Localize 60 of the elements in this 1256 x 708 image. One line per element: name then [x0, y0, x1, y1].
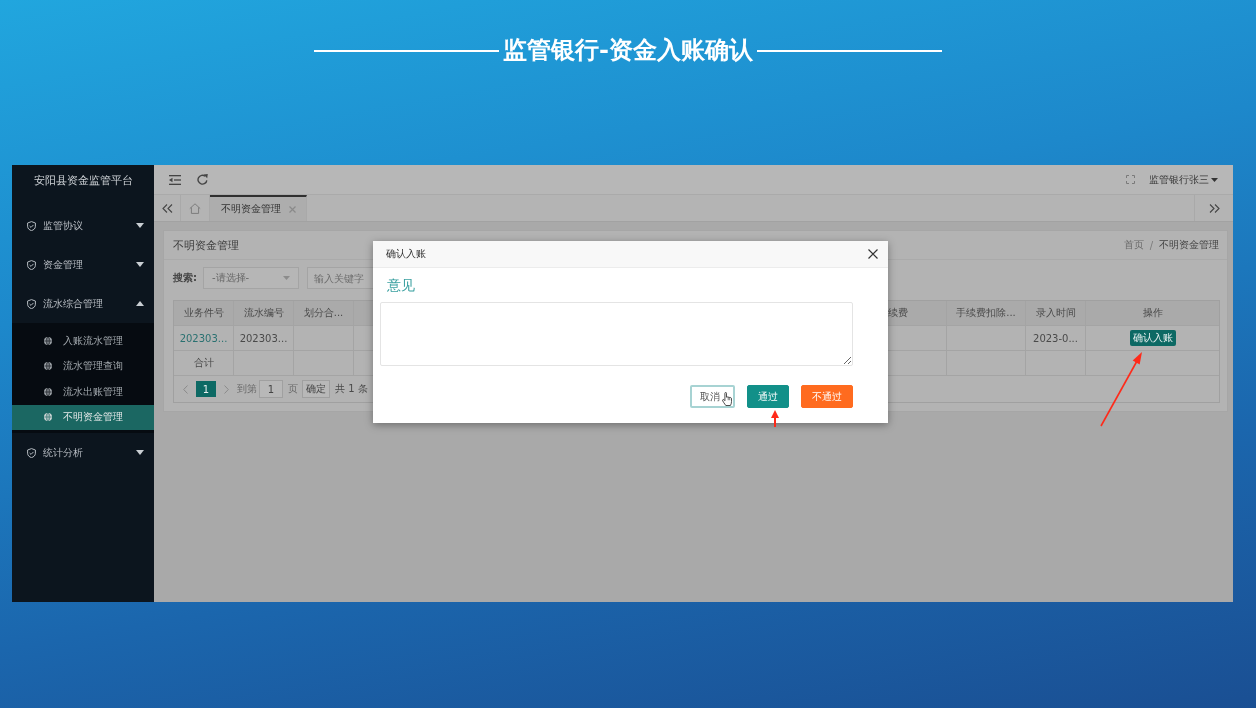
table-cell: 202303... — [234, 326, 294, 351]
total-count: 共 1 条 — [335, 382, 368, 396]
menu-item[interactable]: 统计分析 — [12, 433, 154, 472]
menu-item[interactable]: 流水综合管理 — [12, 284, 154, 323]
column-header: 流水编号 — [234, 301, 294, 326]
go-button[interactable]: 确定 — [302, 380, 330, 398]
menu-item[interactable]: 监管协议 — [12, 206, 154, 245]
page-button[interactable]: 1 — [196, 381, 216, 397]
table-cell: 2023-0... — [1026, 326, 1086, 351]
chevron-left-icon[interactable] — [183, 384, 188, 394]
column-header: 录入时间 — [1026, 301, 1086, 326]
column-header: 划分合... — [294, 301, 354, 326]
shield-icon — [27, 298, 36, 309]
caret-down-icon — [283, 276, 290, 280]
card-title: 不明资金管理 — [173, 237, 239, 253]
slide-title: 监管银行-资金入账确认 — [503, 35, 753, 65]
opinion-label: 意见 — [387, 276, 415, 294]
submenu-item[interactable]: 入账流水管理 — [12, 328, 154, 354]
table-cell: 合计 — [174, 351, 234, 376]
dialog-title: 确认入账 — [386, 247, 426, 261]
double-right-icon[interactable] — [1208, 203, 1220, 213]
column-header: 业务件号 — [174, 301, 234, 326]
page-tab[interactable]: 不明资金管理 — [210, 195, 307, 221]
submenu-item[interactable]: 不明资金管理 — [12, 404, 154, 430]
goto-label: 到第 — [237, 382, 257, 396]
search-label: 搜索: — [173, 271, 198, 285]
keyword-field[interactable]: 输入关键字 — [307, 267, 373, 289]
globe-icon — [44, 413, 52, 422]
menu-icon[interactable] — [169, 174, 181, 185]
opinion-field[interactable] — [380, 302, 853, 366]
breadcrumb-separator: / — [1149, 239, 1153, 251]
fullscreen-icon[interactable] — [1126, 175, 1135, 184]
refresh-icon[interactable] — [197, 174, 208, 185]
confirm-entry-button[interactable]: 确认入账 — [1129, 330, 1176, 346]
page-number-field[interactable]: 1 — [259, 380, 283, 398]
user-menu[interactable]: 监管银行张三 — [1149, 172, 1218, 187]
submenu-item[interactable]: 流水管理查询 — [12, 353, 154, 379]
breadcrumb-current: 不明资金管理 — [1159, 238, 1219, 252]
home-icon[interactable] — [189, 202, 201, 214]
shield-icon — [27, 259, 36, 270]
double-left-icon[interactable] — [161, 203, 173, 213]
close-icon[interactable] — [868, 249, 878, 259]
approve-button[interactable]: 通过 — [747, 385, 789, 408]
platform-title: 安阳县资金监管平台 — [33, 172, 133, 188]
globe-icon — [44, 336, 52, 345]
shield-icon — [27, 447, 36, 458]
globe-icon — [44, 362, 52, 371]
type-select[interactable]: -请选择- — [203, 267, 299, 289]
column-header: 手续费扣除... — [947, 301, 1026, 326]
menu-item[interactable]: 资金管理 — [12, 245, 154, 284]
page-unit-label: 页 — [288, 382, 298, 396]
hand-cursor-icon — [722, 392, 732, 406]
submenu-item[interactable]: 流水出账管理 — [12, 379, 154, 405]
chevron-right-icon[interactable] — [224, 384, 229, 394]
globe-icon — [44, 387, 52, 396]
cancel-button[interactable]: 取消 — [690, 385, 735, 408]
annotation-arrow — [770, 410, 780, 427]
shield-icon — [27, 220, 36, 231]
column-header: 操作 — [1086, 301, 1219, 326]
caret-down-icon — [1211, 177, 1218, 182]
